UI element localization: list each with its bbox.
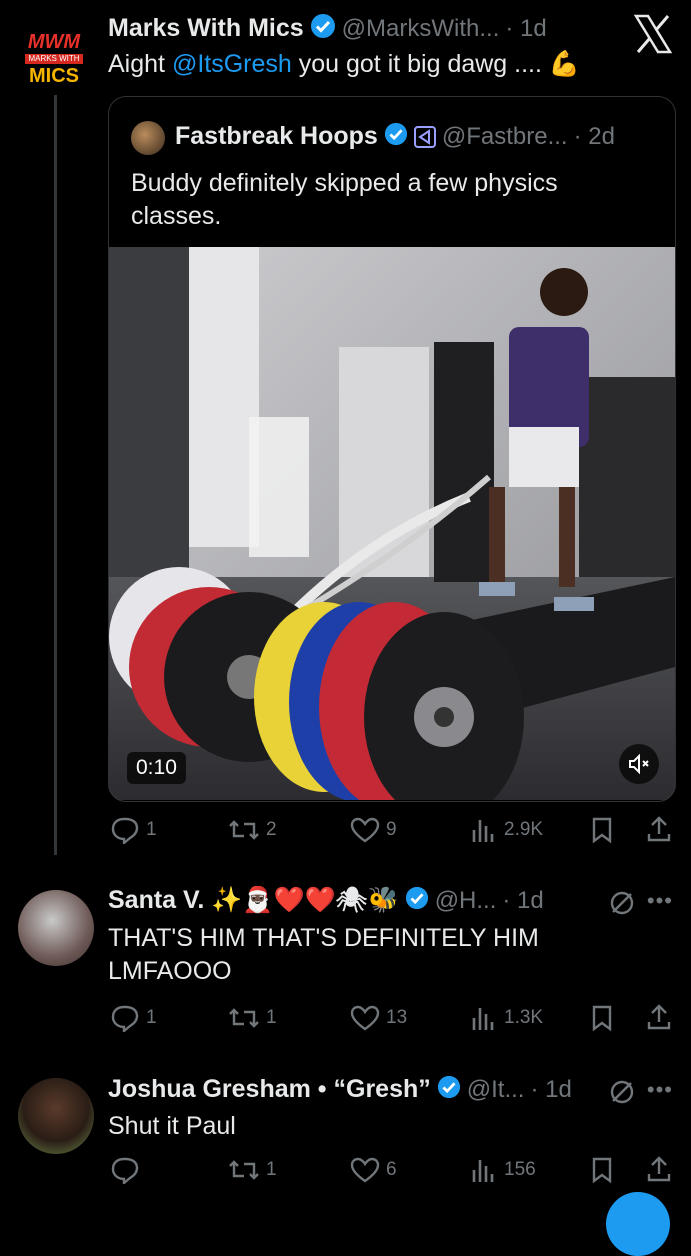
repost-icon (229, 1008, 259, 1028)
main-tweet-header: Marks With Mics @MarksWith... · 1d (108, 13, 547, 44)
share-icon (647, 1004, 671, 1030)
share-button[interactable] (646, 1154, 672, 1184)
views-icon (472, 820, 494, 842)
heart-icon (350, 1157, 380, 1183)
quoted-tweet[interactable]: Fastbreak Hoops @Fastbre... · 2d Buddy d… (108, 96, 676, 802)
grok-icon[interactable] (609, 890, 635, 916)
share-icon (647, 1156, 671, 1182)
views-icon (472, 1160, 494, 1182)
reply-button[interactable] (110, 1156, 146, 1184)
tweet-text: Aight @ItsGresh you got it big dawg ....… (108, 50, 581, 78)
reply1-text: THAT'S HIM THAT'S DEFINITELY HIM LMFAOOO (108, 924, 539, 985)
views-button[interactable]: 2.9K (470, 816, 543, 844)
reply-icon (111, 1005, 139, 1032)
views-button[interactable]: 1.3K (470, 1004, 543, 1032)
grok-icon[interactable] (609, 1079, 635, 1105)
reply1-handle[interactable]: @H... (435, 887, 497, 915)
bookmark-icon (592, 1005, 612, 1032)
repost-button[interactable]: 2 (228, 816, 277, 844)
reply2-header: Joshua Gresham • “Gresh” @It... · 1d (108, 1075, 588, 1104)
bookmark-icon (592, 817, 612, 844)
like-button[interactable]: 6 (350, 1156, 397, 1184)
author-handle[interactable]: @MarksWith... (342, 15, 500, 43)
like-button[interactable]: 13 (350, 1004, 407, 1032)
repost-button[interactable]: 1 (228, 1004, 277, 1032)
reply1-author-name[interactable]: Santa V. ✨🎅🏿❤️❤️🕷🐝 (108, 886, 399, 915)
video-timer: 0:10 (127, 752, 186, 784)
heart-icon (350, 1005, 380, 1031)
quote-author-name[interactable]: Fastbreak Hoops (175, 122, 378, 151)
mute-icon[interactable] (619, 744, 659, 784)
like-button[interactable]: 9 (350, 816, 397, 844)
marks-with-mics-logo[interactable]: MWM MARKS WITH MICS (19, 32, 89, 92)
bookmark-button[interactable] (590, 1004, 614, 1032)
quote-video[interactable]: 0:10 (109, 247, 675, 800)
tweet-time[interactable]: · 1d (505, 15, 546, 43)
compose-button[interactable] (606, 1192, 670, 1256)
quote-time[interactable]: · 2d (574, 123, 615, 151)
reply1-header: Santa V. ✨🎅🏿❤️❤️🕷🐝 @H... · 1d (108, 886, 588, 915)
quote-avatar[interactable] (131, 121, 165, 155)
verified-badge-icon (310, 13, 336, 44)
bookmark-button[interactable] (590, 1156, 614, 1184)
share-button[interactable] (646, 1002, 672, 1032)
more-options-icon[interactable]: ••• (647, 888, 673, 914)
santa-avatar[interactable] (18, 890, 94, 966)
verified-badge-icon (437, 1075, 461, 1104)
thread-line (54, 95, 57, 855)
mention-link[interactable]: @ItsGresh (172, 50, 292, 78)
quote-text: Buddy definitely skipped a few physics c… (131, 169, 558, 230)
joshua-avatar[interactable] (18, 1078, 94, 1154)
reply2-handle[interactable]: @It... (467, 1076, 525, 1104)
heart-icon (350, 817, 380, 843)
repost-button[interactable]: 1 (228, 1156, 277, 1184)
reply2-time[interactable]: · 1d (530, 1076, 571, 1104)
views-icon (472, 1008, 494, 1030)
quote-header: Fastbreak Hoops @Fastbre... · 2d (175, 122, 615, 151)
x-logo-icon[interactable] (632, 14, 674, 54)
share-button[interactable] (646, 814, 672, 844)
reply-icon (111, 817, 139, 844)
more-options-icon[interactable]: ••• (647, 1077, 673, 1103)
author-name[interactable]: Marks With Mics (108, 14, 304, 43)
affiliate-badge-icon (413, 125, 436, 148)
reply2-text: Shut it Paul (108, 1112, 236, 1140)
reply2-author-name[interactable]: Joshua Gresham • “Gresh” (108, 1075, 431, 1104)
video-thumbnail (109, 247, 675, 800)
repost-icon (229, 1160, 259, 1180)
views-button[interactable]: 156 (470, 1156, 536, 1184)
bookmark-button[interactable] (590, 816, 614, 844)
reply-icon (111, 1157, 139, 1184)
reply1-time[interactable]: · 1d (502, 887, 543, 915)
reply-button[interactable]: 1 (110, 816, 157, 844)
reply-button[interactable]: 1 (110, 1004, 157, 1032)
quote-author-handle[interactable]: @Fastbre... (442, 123, 568, 151)
share-icon (647, 816, 671, 842)
bookmark-icon (592, 1157, 612, 1184)
verified-badge-icon (405, 886, 429, 915)
repost-icon (229, 820, 259, 840)
verified-badge-icon (384, 122, 408, 151)
